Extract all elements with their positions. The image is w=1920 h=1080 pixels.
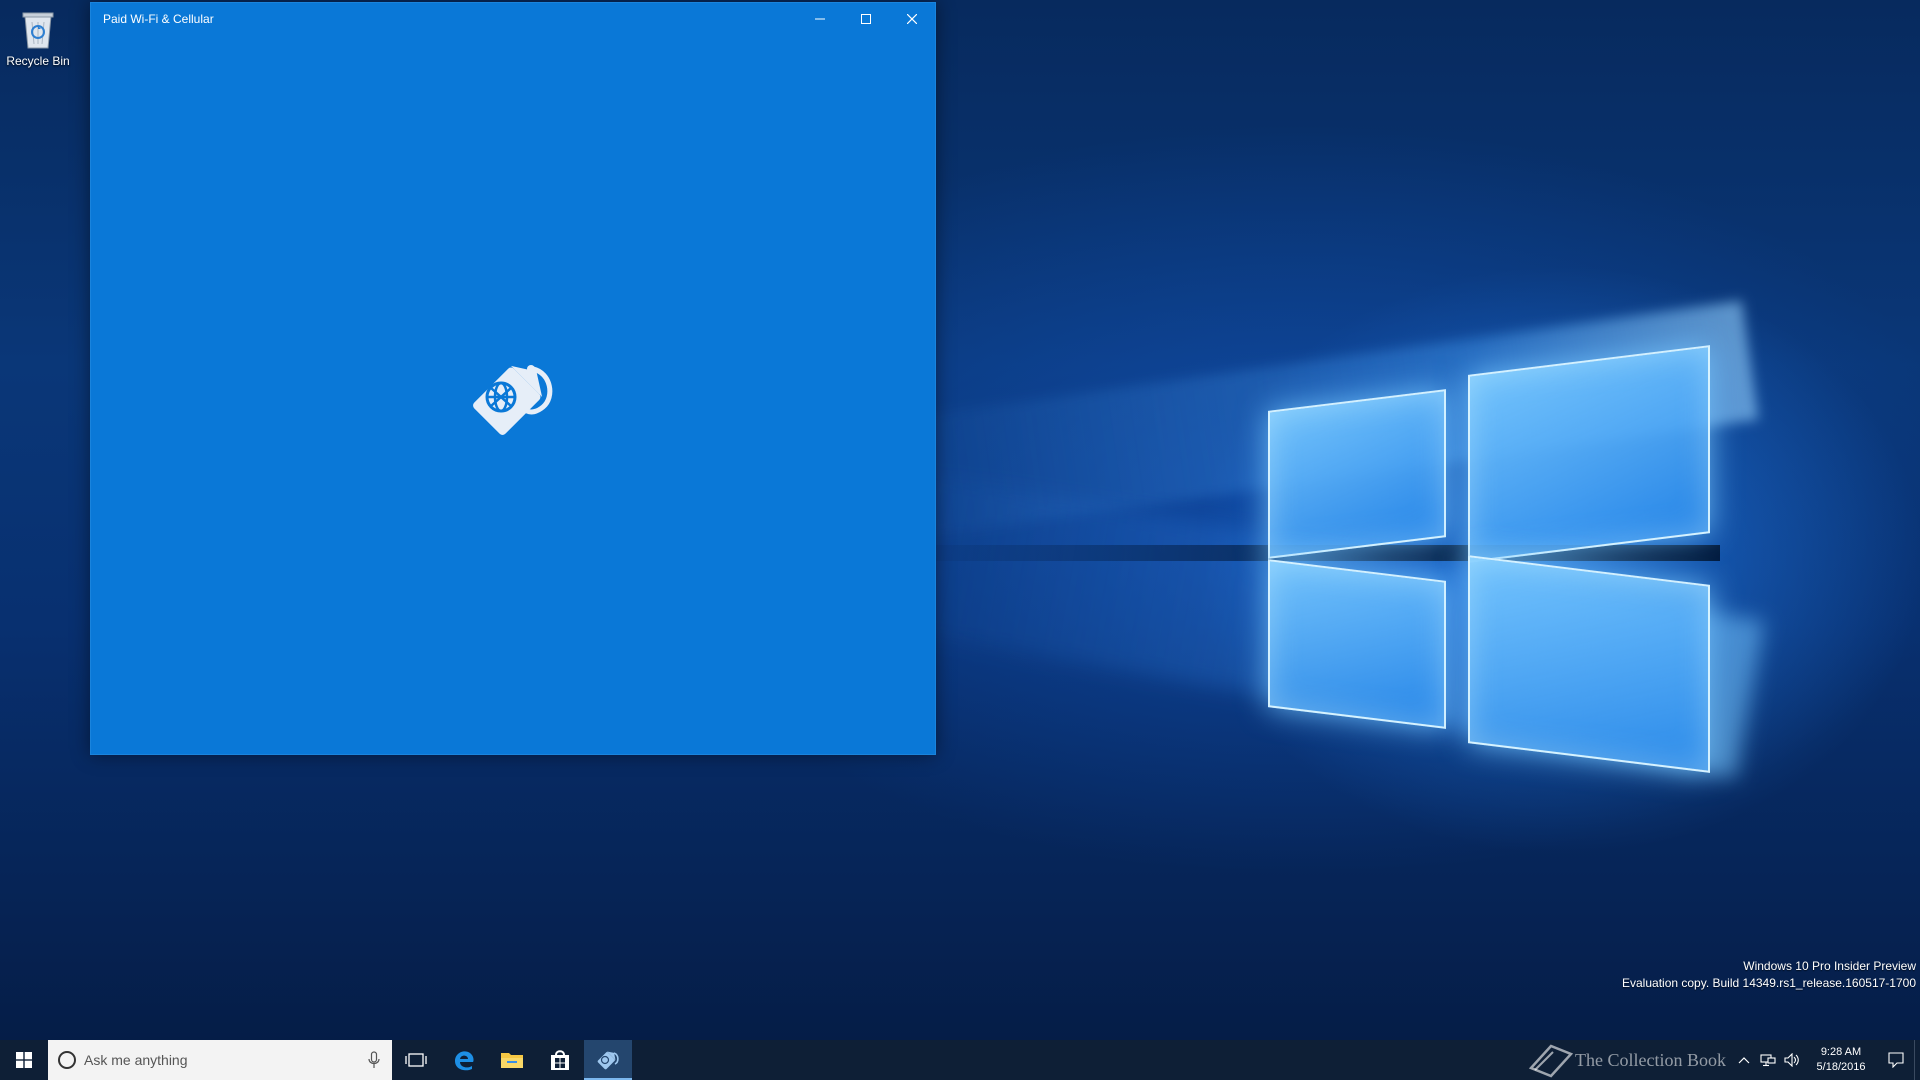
notifications-icon	[1888, 1052, 1904, 1068]
search-placeholder: Ask me anything	[84, 1052, 188, 1068]
windows-start-icon	[16, 1052, 32, 1068]
taskbar-app-paid-wifi-cellular[interactable]	[584, 1040, 632, 1080]
edge-icon	[455, 1051, 474, 1071]
logo-pane	[1468, 555, 1710, 773]
cortana-search-box[interactable]: Ask me anything	[48, 1040, 392, 1080]
task-view-icon	[405, 1053, 427, 1067]
logo-pane	[1268, 389, 1446, 559]
clock-date: 5/18/2016	[1816, 1061, 1866, 1073]
volume-button[interactable]	[1780, 1040, 1804, 1080]
paid-wifi-cellular-tag-icon	[473, 365, 553, 435]
evaluation-watermark: Windows 10 Pro Insider Preview Evaluatio…	[1622, 958, 1916, 992]
store-icon	[551, 1050, 569, 1070]
minimize-button[interactable]	[797, 3, 843, 35]
network-button[interactable]	[1756, 1040, 1780, 1080]
task-view-button[interactable]	[392, 1040, 440, 1080]
chevron-up-icon	[1738, 1057, 1750, 1064]
action-center-button[interactable]	[1878, 1040, 1914, 1080]
show-desktop-button[interactable]	[1914, 1040, 1920, 1080]
watermark-line: Evaluation copy. Build 14349.rs1_release…	[1622, 976, 1916, 990]
logo-pane	[1468, 345, 1710, 563]
cortana-icon	[58, 1051, 76, 1069]
taskbar-app-store[interactable]	[536, 1040, 584, 1080]
app-window[interactable]: Paid Wi-Fi & Cellular	[90, 2, 936, 755]
paid-wifi-cellular-icon	[597, 1051, 619, 1070]
taskbar-app-file-explorer[interactable]	[488, 1040, 536, 1080]
taskbar: Ask me anything The Collection Book 9:28…	[0, 1040, 1920, 1080]
network-icon	[1760, 1054, 1776, 1067]
maximize-button[interactable]	[843, 3, 889, 35]
windows-logo-wallpaper	[1260, 340, 1720, 790]
clock-time: 9:28 AM	[1820, 1046, 1862, 1058]
brand-text: The Collection Book	[1575, 1049, 1726, 1070]
recycle-bin-icon	[20, 8, 56, 50]
caption-buttons	[797, 3, 935, 35]
window-title: Paid Wi-Fi & Cellular	[103, 12, 214, 26]
close-button[interactable]	[889, 3, 935, 35]
microphone-icon[interactable]	[368, 1051, 380, 1069]
close-icon	[907, 14, 917, 24]
maximize-icon	[861, 14, 871, 24]
tray-brand: The Collection Book	[1527, 1042, 1726, 1078]
title-bar[interactable]: Paid Wi-Fi & Cellular	[91, 3, 935, 35]
logo-pane	[1268, 559, 1446, 729]
book-icon	[1528, 1044, 1574, 1078]
desktop-icon-recycle-bin[interactable]: Recycle Bin	[4, 6, 72, 78]
watermark-line: Windows 10 Pro Insider Preview	[1743, 959, 1916, 973]
taskbar-app-edge[interactable]	[440, 1040, 488, 1080]
desktop: Recycle Bin Paid Wi-Fi & Cellular Window…	[0, 0, 1920, 1040]
volume-icon	[1784, 1053, 1799, 1067]
taskbar-clock[interactable]: 9:28 AM 5/18/2016	[1804, 1045, 1878, 1075]
show-hidden-icons-button[interactable]	[1732, 1040, 1756, 1080]
desktop-icon-label: Recycle Bin	[6, 54, 70, 68]
minimize-icon	[815, 18, 825, 20]
start-button[interactable]	[0, 1040, 48, 1080]
folder-icon	[501, 1053, 523, 1068]
system-tray: The Collection Book 9:28 AM 5/18/2016	[1527, 1040, 1920, 1080]
